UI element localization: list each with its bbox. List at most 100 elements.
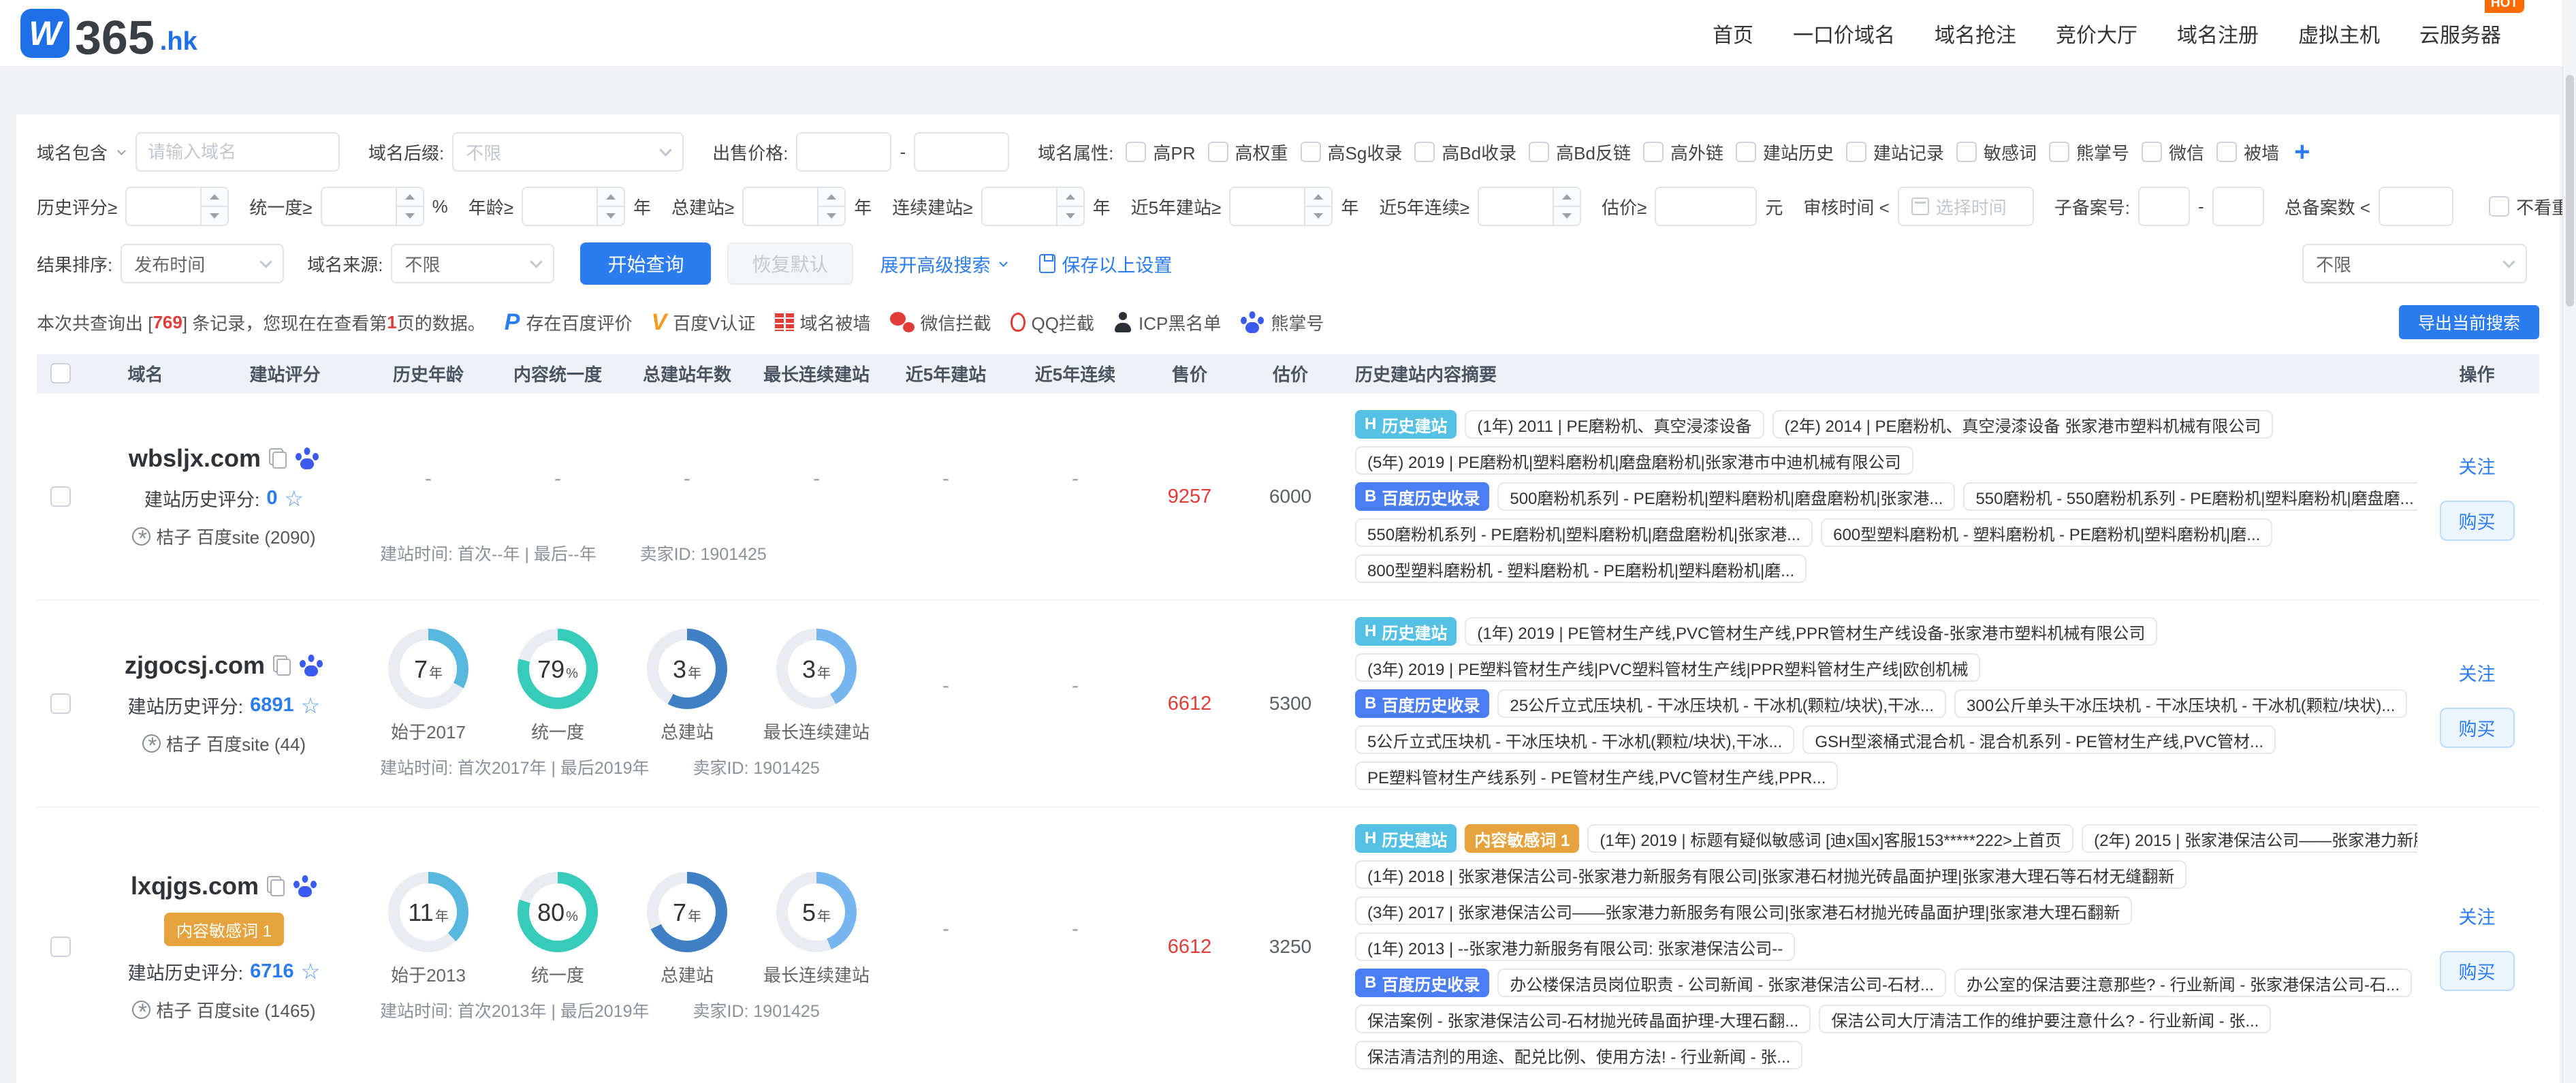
nav-item[interactable]: 虚拟主机 [2298, 18, 2380, 48]
checkbox[interactable] [2142, 142, 2162, 162]
buy-button[interactable]: 购买 [2440, 951, 2515, 991]
total-records-input[interactable] [2379, 187, 2453, 226]
domain-name[interactable]: wbsljx.com [129, 444, 261, 473]
nav-item[interactable]: 域名注册 [2177, 18, 2259, 48]
checkbox[interactable] [1301, 142, 1321, 162]
baidu-paw-icon[interactable] [295, 448, 319, 469]
stepper-input[interactable] [1479, 188, 1553, 225]
stepper-down-button[interactable] [1058, 207, 1083, 225]
stepper-input[interactable] [744, 188, 817, 225]
checkbox[interactable] [1643, 142, 1664, 162]
stepper-down-button[interactable] [1305, 207, 1331, 225]
advanced-search-link[interactable]: 展开高级搜索 [880, 251, 1009, 277]
stepper-down-button[interactable] [818, 207, 844, 225]
checkbox[interactable] [2049, 142, 2069, 162]
price-min-input[interactable] [796, 132, 891, 172]
more-attrs-button[interactable]: + [2294, 142, 2310, 162]
row-checkbox[interactable] [50, 486, 71, 507]
favorite-star-icon[interactable]: ☆ [301, 695, 321, 717]
favorite-star-icon[interactable]: ☆ [301, 960, 321, 982]
stepper-input[interactable] [1230, 188, 1304, 225]
buy-button[interactable]: 购买 [2440, 708, 2515, 748]
copy-icon[interactable] [273, 655, 291, 676]
nav-item[interactable]: 一口价域名 [1793, 18, 1895, 48]
price-max-input[interactable] [914, 132, 1009, 172]
search-button[interactable]: 开始查询 [580, 242, 711, 285]
export-search-button[interactable]: 导出当前搜索 [2399, 305, 2539, 339]
follow-link[interactable]: 关注 [2459, 659, 2496, 686]
favorite-star-icon[interactable]: ☆ [284, 488, 304, 509]
buy-button[interactable]: 购买 [2440, 501, 2515, 541]
baidu-paw-icon[interactable] [299, 655, 323, 676]
stepper-down-button[interactable] [202, 207, 227, 225]
domain-attr-checkbox[interactable]: 高外链 [1643, 140, 1723, 165]
follow-link[interactable]: 关注 [2459, 902, 2496, 929]
sort-select[interactable]: 发布时间 [121, 244, 284, 283]
domain-name[interactable]: zjgocsj.com [125, 651, 265, 680]
stepper-up-button[interactable] [598, 188, 624, 207]
save-settings-link[interactable]: 保存以上设置 [1039, 251, 1173, 277]
stepper-input[interactable] [322, 188, 396, 225]
subrecord-min-input[interactable] [2138, 187, 2190, 226]
stepper-down-button[interactable] [397, 207, 423, 225]
scrollbar-thumb[interactable] [2566, 75, 2574, 307]
checkbox[interactable] [1956, 142, 1977, 162]
checkbox[interactable] [1208, 142, 1228, 162]
stepper-up-button[interactable] [202, 188, 227, 207]
stepper-down-button[interactable] [598, 207, 624, 225]
follow-link[interactable]: 关注 [2459, 452, 2496, 479]
checkbox[interactable] [1529, 142, 1549, 162]
stepper-up-button[interactable] [1305, 188, 1331, 207]
checkbox[interactable] [1846, 142, 1866, 162]
domain-attr-checkbox[interactable]: 敏感词 [1956, 140, 2037, 165]
domain-contains-label[interactable]: 域名包含 [37, 140, 108, 165]
domain-attr-checkbox[interactable]: 高Bd收录 [1414, 140, 1516, 165]
domain-attr-checkbox[interactable]: 高权重 [1208, 140, 1288, 165]
site-logo[interactable]: W 365 .hk [20, 9, 197, 58]
domain-attr-checkbox[interactable]: 建站历史 [1736, 140, 1834, 165]
domain-attr-checkbox[interactable]: 高PR [1126, 140, 1195, 165]
domain-attr-checkbox[interactable]: 熊掌号 [2049, 140, 2129, 165]
row-checkbox[interactable] [50, 693, 71, 714]
stepper-input[interactable] [983, 188, 1056, 225]
nav-item[interactable]: 域名抢注 [1935, 18, 2016, 48]
stepper-up-button[interactable] [397, 188, 423, 207]
stepper-down-button[interactable] [1554, 207, 1580, 225]
checkbox[interactable] [2216, 142, 2237, 162]
chevron-down-icon[interactable] [117, 146, 126, 155]
audit-time-picker[interactable]: 选择时间 [1898, 187, 2034, 226]
right-filter-select[interactable]: 不限 [2302, 244, 2527, 283]
domain-name[interactable]: lxqjgs.com [131, 872, 259, 900]
checkbox[interactable] [2489, 196, 2509, 217]
select-all-checkbox[interactable] [50, 363, 71, 383]
checkbox[interactable] [1126, 142, 1146, 162]
domain-attr-checkbox[interactable]: 建站记录 [1846, 140, 1944, 165]
domain-attr-checkbox[interactable]: 高Bd反链 [1529, 140, 1631, 165]
domain-attr-checkbox[interactable]: 微信 [2142, 140, 2204, 165]
stepper-up-button[interactable] [818, 188, 844, 207]
estimate-input[interactable] [1655, 187, 1757, 226]
nav-item[interactable]: 云服务器HOT [2419, 18, 2501, 48]
domain-attr-checkbox[interactable]: 被墙 [2216, 140, 2279, 165]
stepper-up-button[interactable] [1058, 188, 1083, 207]
checkbox[interactable] [1414, 142, 1435, 162]
badge-letter: B [1365, 694, 1376, 713]
copy-icon[interactable] [267, 876, 285, 896]
domain-contains-input[interactable] [136, 132, 340, 172]
row-checkbox[interactable] [50, 937, 71, 957]
stepper-input[interactable] [127, 188, 200, 225]
subrecord-max-input[interactable] [2212, 187, 2264, 226]
chevron-down-icon [999, 258, 1008, 267]
checkbox[interactable] [1736, 142, 1756, 162]
scrollbar[interactable] [2562, 0, 2576, 1083]
nav-item[interactable]: 竞价大厅 [2056, 18, 2137, 48]
source-select[interactable]: 不限 [391, 244, 554, 283]
reset-button[interactable]: 恢复默认 [727, 242, 853, 285]
stepper-up-button[interactable] [1554, 188, 1580, 207]
domain-suffix-select[interactable]: 不限 [452, 132, 684, 172]
copy-icon[interactable] [269, 448, 287, 469]
stepper-input[interactable] [523, 188, 597, 225]
baidu-paw-icon[interactable] [293, 875, 317, 897]
domain-attr-checkbox[interactable]: 高Sg收录 [1301, 140, 1403, 165]
nav-item[interactable]: 首页 [1713, 18, 1753, 48]
